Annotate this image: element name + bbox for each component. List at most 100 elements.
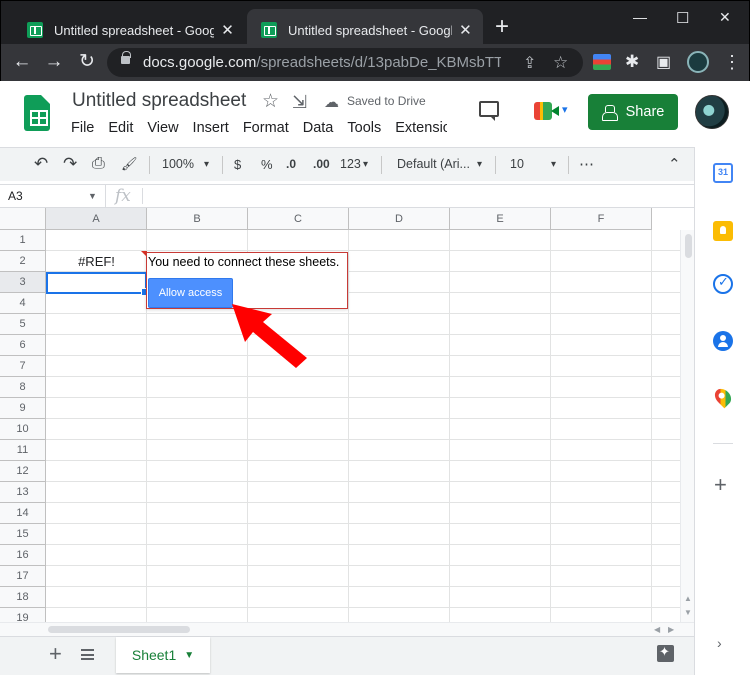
selected-cell-A3[interactable] bbox=[46, 272, 149, 296]
menu-file[interactable]: File bbox=[71, 120, 94, 138]
redo-icon[interactable]: ↷ bbox=[63, 154, 77, 174]
extensions-puzzle-icon[interactable]: ✱ bbox=[625, 52, 639, 72]
row-header-1[interactable]: 1 bbox=[0, 230, 46, 251]
extension-icon[interactable] bbox=[593, 54, 611, 70]
saved-status[interactable]: Saved to Drive bbox=[347, 94, 426, 108]
tab-close-icon[interactable]: ✕ bbox=[458, 21, 473, 39]
minimize-icon[interactable]: — bbox=[633, 9, 647, 25]
menu-view[interactable]: View bbox=[147, 120, 178, 138]
row-header-19[interactable]: 19 bbox=[0, 608, 46, 622]
browser-menu-icon[interactable]: ⋮ bbox=[723, 52, 741, 73]
row-header-9[interactable]: 9 bbox=[0, 398, 46, 419]
address-bar[interactable]: docs.google.com/spreadsheets/d/13pabDe_K… bbox=[107, 48, 583, 77]
row-header-10[interactable]: 10 bbox=[0, 419, 46, 440]
row-header-11[interactable]: 11 bbox=[0, 440, 46, 461]
font-family-select[interactable]: Default (Ari... bbox=[397, 157, 470, 171]
row-header-6[interactable]: 6 bbox=[0, 335, 46, 356]
chevron-down-icon[interactable]: ▼ bbox=[184, 650, 194, 661]
get-addons-button[interactable]: + bbox=[714, 472, 727, 498]
url-text[interactable]: docs.google.com/spreadsheets/d/13pabDe_K… bbox=[143, 54, 501, 71]
menu-insert[interactable]: Insert bbox=[193, 120, 229, 138]
vertical-scroll-thumb[interactable] bbox=[685, 234, 692, 258]
zoom-select[interactable]: 100% bbox=[162, 157, 194, 171]
comment-history-icon[interactable] bbox=[479, 101, 499, 121]
move-folder-icon[interactable]: ⇲ bbox=[292, 92, 307, 113]
maximize-icon[interactable]: ☐ bbox=[676, 9, 689, 27]
row-header-7[interactable]: 7 bbox=[0, 356, 46, 377]
scroll-down-icon[interactable]: ▼ bbox=[684, 608, 692, 617]
row-header-16[interactable]: 16 bbox=[0, 545, 46, 566]
row-header-5[interactable]: 5 bbox=[0, 314, 46, 335]
calendar-icon[interactable]: 31 bbox=[713, 163, 733, 183]
menu-tools[interactable]: Tools bbox=[347, 120, 381, 138]
lock-icon[interactable] bbox=[121, 51, 131, 64]
document-title[interactable]: Untitled spreadsheet bbox=[72, 90, 246, 112]
bookmark-star-icon[interactable]: ☆ bbox=[553, 53, 568, 73]
chevron-down-icon[interactable]: ▼ bbox=[88, 191, 97, 201]
vertical-scrollbar[interactable]: ▲ ▼ bbox=[680, 230, 694, 622]
undo-icon[interactable]: ↶ bbox=[34, 154, 48, 174]
percent-format-button[interactable]: % bbox=[261, 157, 273, 172]
explore-icon[interactable] bbox=[657, 644, 674, 662]
contacts-icon[interactable] bbox=[713, 331, 733, 351]
maps-icon[interactable] bbox=[711, 385, 735, 409]
sheets-logo-icon[interactable] bbox=[24, 95, 50, 131]
expand-side-panel-icon[interactable]: › bbox=[717, 635, 722, 651]
scroll-left-icon[interactable]: ◀ bbox=[654, 625, 660, 634]
account-avatar[interactable] bbox=[695, 95, 729, 129]
row-header-12[interactable]: 12 bbox=[0, 461, 46, 482]
select-all-corner[interactable] bbox=[0, 208, 46, 230]
menu-format[interactable]: Format bbox=[243, 120, 289, 138]
menu-extensions[interactable]: Extensions bbox=[395, 120, 447, 138]
row-header-4[interactable]: 4 bbox=[0, 293, 46, 314]
scroll-up-icon[interactable]: ▲ bbox=[684, 594, 692, 603]
row-header-18[interactable]: 18 bbox=[0, 587, 46, 608]
reload-icon[interactable]: ↻ bbox=[74, 50, 100, 74]
keep-icon[interactable] bbox=[713, 221, 733, 241]
column-header-f[interactable]: F bbox=[551, 208, 652, 230]
decrease-decimal-button[interactable]: .0 bbox=[286, 157, 296, 171]
row-header-14[interactable]: 14 bbox=[0, 503, 46, 524]
allow-access-button[interactable]: Allow access bbox=[148, 278, 233, 308]
currency-format-button[interactable]: $ bbox=[234, 157, 241, 172]
formula-input[interactable] bbox=[150, 189, 680, 205]
back-icon[interactable]: ← bbox=[9, 50, 35, 74]
all-sheets-list-icon[interactable] bbox=[81, 649, 94, 660]
tasks-icon[interactable] bbox=[713, 274, 733, 294]
collapse-menus-icon[interactable]: ⌃ bbox=[668, 155, 681, 173]
horizontal-scrollbar[interactable]: ◀ ▶ bbox=[0, 622, 694, 636]
column-header-a[interactable]: A bbox=[46, 208, 147, 230]
share-button[interactable]: Share bbox=[588, 94, 678, 130]
column-header-b[interactable]: B bbox=[147, 208, 248, 230]
menu-edit[interactable]: Edit bbox=[108, 120, 133, 138]
forward-icon[interactable]: → bbox=[41, 50, 67, 74]
row-header-17[interactable]: 17 bbox=[0, 566, 46, 587]
side-panel-icon[interactable]: ▣ bbox=[656, 52, 671, 72]
menu-data[interactable]: Data bbox=[303, 120, 334, 138]
font-size-select[interactable]: 10 bbox=[510, 157, 524, 171]
add-sheet-button[interactable]: + bbox=[49, 641, 62, 667]
row-header-13[interactable]: 13 bbox=[0, 482, 46, 503]
more-options-icon[interactable]: ⋯ bbox=[579, 155, 594, 173]
more-formats-button[interactable]: 123 bbox=[340, 157, 361, 171]
column-header-c[interactable]: C bbox=[248, 208, 349, 230]
scroll-right-icon[interactable]: ▶ bbox=[668, 625, 674, 634]
row-header-3[interactable]: 3 bbox=[0, 272, 46, 293]
meet-button[interactable]: ▾ bbox=[530, 96, 576, 126]
column-header-d[interactable]: D bbox=[349, 208, 450, 230]
browser-profile-avatar[interactable] bbox=[687, 51, 709, 73]
horizontal-scroll-thumb[interactable] bbox=[48, 626, 190, 633]
tab-close-icon[interactable]: ✕ bbox=[220, 21, 235, 39]
row-header-15[interactable]: 15 bbox=[0, 524, 46, 545]
sheet-tab-sheet1[interactable]: Sheet1 ▼ bbox=[116, 637, 210, 673]
star-icon[interactable]: ☆ bbox=[262, 90, 279, 113]
column-header-e[interactable]: E bbox=[450, 208, 551, 230]
share-page-icon[interactable]: ⇪ bbox=[523, 53, 536, 73]
increase-decimal-button[interactable]: .00 bbox=[313, 157, 330, 171]
row-header-8[interactable]: 8 bbox=[0, 377, 46, 398]
window-close-icon[interactable]: ✕ bbox=[719, 9, 731, 26]
paint-format-icon[interactable]: 🖌 bbox=[121, 156, 138, 172]
cell-A2[interactable]: #REF! bbox=[46, 251, 147, 272]
name-box[interactable]: A3 bbox=[8, 189, 23, 203]
print-icon[interactable]: ⎙ bbox=[92, 155, 105, 173]
